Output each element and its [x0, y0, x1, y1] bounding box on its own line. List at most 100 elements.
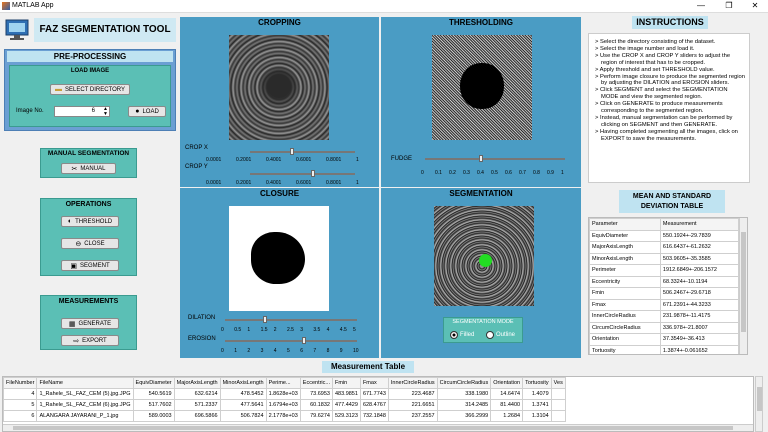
close-label: CLOSE: [84, 240, 105, 247]
table-cell: ALANGARA JAYARANI_P_1.jpg: [36, 410, 134, 422]
table-cell: 237.2557: [387, 410, 438, 422]
table-cell: 616.6437+-61.2632: [659, 241, 740, 254]
closure-title: CLOSURE: [180, 188, 379, 200]
scissors-icon: ✂: [71, 165, 78, 173]
threshold-button[interactable]: ◐ THRESHOLD: [61, 216, 119, 227]
select-directory-button[interactable]: ▬ SELECT DIRECTORY: [50, 84, 130, 95]
tick-label: 1: [356, 157, 359, 163]
tick-label: 3: [300, 327, 303, 333]
crop-y-slider[interactable]: [250, 170, 355, 178]
restore-button[interactable]: ❐: [718, 1, 740, 10]
table-row[interactable]: MajorAxisLength 616.6437+-61.2632: [589, 241, 740, 254]
generate-button[interactable]: ▦ GENERATE: [61, 318, 119, 329]
load-image-title: LOAD IMAGE: [70, 68, 110, 74]
table-cell: 571.2337: [173, 399, 221, 411]
measurement-table-container[interactable]: FileNumber FileName EquivDiameter MajorAxis…: [2, 376, 754, 432]
fudge-thumb[interactable]: [479, 155, 483, 162]
measurement-vscroll-thumb[interactable]: [757, 387, 762, 411]
segmentation-panel: SEGMENTATION SEGMENTATION MODE Filled Ou…: [381, 188, 581, 358]
close-window-button[interactable]: ✕: [744, 1, 766, 10]
table-row[interactable]: Tortuosity 1.3874+-0.061652: [589, 344, 740, 354]
erosion-slider[interactable]: [225, 337, 357, 345]
measurements-title: MEASUREMENTS: [58, 298, 119, 305]
tick-label: 0.2001: [236, 157, 252, 163]
table-row[interactable]: EquivDiameter 550.1924+-29.7839: [589, 229, 740, 242]
table-cell: 68.3324+-10.1194: [659, 275, 740, 288]
table-row[interactable]: MinorAxisLength 503.9605+-35.3585: [589, 252, 740, 265]
outline-radio[interactable]: Outline: [486, 331, 515, 339]
table-cell: [550, 399, 566, 411]
tick-label: 0.0001: [206, 180, 222, 186]
manual-button[interactable]: ✂ MANUAL: [61, 163, 116, 174]
generate-label: GENERATE: [78, 320, 112, 327]
image-no-label: Image No.: [16, 108, 44, 114]
table-row[interactable]: 4 1_Rahele_SL_FAZ_CEM (5).jpg.JPG 540.5619…: [3, 388, 566, 400]
select-directory-label: SELECT DIRECTORY: [64, 86, 126, 93]
tick-label: 0.8001: [326, 180, 342, 186]
close-button[interactable]: ⊖ CLOSE: [61, 238, 119, 249]
measurement-header: FileName: [36, 377, 134, 389]
table-row[interactable]: Fmax 671.2391+-44.3233: [589, 298, 740, 311]
table-cell: 14.6474: [490, 388, 524, 400]
filled-label: Filled: [460, 332, 475, 338]
tick-label: 0.9: [547, 170, 554, 176]
table-row[interactable]: 6 ALANGARA JAYARANI_P_1.jpg 589.0003 696.58…: [3, 410, 566, 422]
crop-x-slider[interactable]: [250, 148, 355, 156]
preprocessing-title: PRE-PROCESSING: [7, 51, 173, 62]
minimize-button[interactable]: —: [690, 1, 712, 10]
tick-label: 0.2001: [236, 180, 252, 186]
table-cell: 696.5866: [173, 410, 221, 422]
measurement-scroll-thumb[interactable]: [13, 426, 733, 430]
table-row[interactable]: Perimeter 1912.6849+-206.1572: [589, 264, 740, 277]
mean-std-scrollbar[interactable]: [739, 218, 747, 354]
measurement-vertical-scrollbar[interactable]: [755, 376, 763, 432]
table-cell: 628.4767: [359, 399, 389, 411]
export-button[interactable]: ⇨ EXPORT: [61, 335, 119, 346]
measurement-header: Fmax: [359, 377, 389, 389]
crop-x-thumb[interactable]: [290, 148, 294, 155]
tick-label: 0.5: [234, 327, 242, 333]
fudge-slider[interactable]: [425, 155, 565, 163]
export-label: EXPORT: [82, 337, 107, 344]
mean-std-table-container[interactable]: Parameter Measurement EquivDiameter 550.192…: [588, 217, 748, 355]
tick-label: 0: [221, 327, 224, 333]
image-no-spinner[interactable]: 6 ▲ ▼: [54, 106, 110, 117]
tick-label: 2: [273, 327, 277, 333]
table-row[interactable]: Eccentricity 68.3324+-10.1194: [589, 275, 740, 288]
dilation-slider[interactable]: [225, 316, 357, 324]
measurement-header: MinorAxisLength: [219, 377, 267, 389]
mean-std-table: Parameter Measurement EquivDiameter 550.192…: [589, 218, 740, 354]
load-button[interactable]: ● LOAD: [128, 106, 166, 117]
crop-y-ticks: 0.0001 0.2001 0.4001 0.6001 0.8001 1: [206, 180, 360, 186]
image-no-value[interactable]: 6: [92, 108, 95, 114]
table-cell: Fmin: [589, 287, 661, 300]
mean-std-header: Parameter: [589, 218, 661, 231]
table-cell: 314.2485: [436, 399, 492, 411]
table-cell: 506.7824: [219, 410, 267, 422]
crop-y-thumb[interactable]: [311, 170, 315, 177]
fudge-ticks: 0 0.1 0.2 0.3 0.4 0.5 0.6 0.7 0.8 0.9 1: [421, 170, 565, 176]
spinner-arrows-icon[interactable]: ▲ ▼: [103, 107, 108, 117]
segment-button[interactable]: ▣ SEGMENT: [61, 260, 119, 271]
table-row[interactable]: CircumCircleRadius 336.978+-21.8007: [589, 321, 740, 334]
measurement-table-scrollbar[interactable]: [3, 424, 753, 431]
table-cell: Eccentricity: [589, 275, 661, 288]
tick-label: 6: [300, 348, 303, 354]
tick-label: 0.6: [505, 170, 512, 176]
table-row[interactable]: 5 1_Rahele_SL_FAZ_CEM (6).jpg.JPG 517.7602…: [3, 399, 566, 411]
outline-radio-icon[interactable]: [486, 331, 494, 339]
cropping-panel: CROPPING CROP X 0.0001 0.2001 0.4001 0.6001…: [180, 17, 379, 187]
dilation-thumb[interactable]: [262, 316, 267, 323]
tick-label: 0.6001: [296, 180, 312, 186]
manual-segmentation-title: MANUAL SEGMENTATION: [47, 150, 130, 157]
table-row[interactable]: InnerCircleRadius 231.9878+-11.4175: [589, 310, 740, 323]
filled-radio-icon[interactable]: [450, 331, 458, 339]
table-row[interactable]: Orientation 37.3549+-36.413: [589, 333, 740, 346]
filled-radio[interactable]: Filled: [450, 331, 474, 339]
table-cell: 5: [3, 399, 38, 411]
mean-std-scroll-thumb[interactable]: [741, 232, 746, 332]
tick-label: 9: [339, 348, 343, 354]
erosion-thumb[interactable]: [302, 337, 307, 344]
table-row[interactable]: Fmin 506.2467+-29.6718: [589, 287, 740, 300]
tick-label: 0.8: [533, 170, 540, 176]
